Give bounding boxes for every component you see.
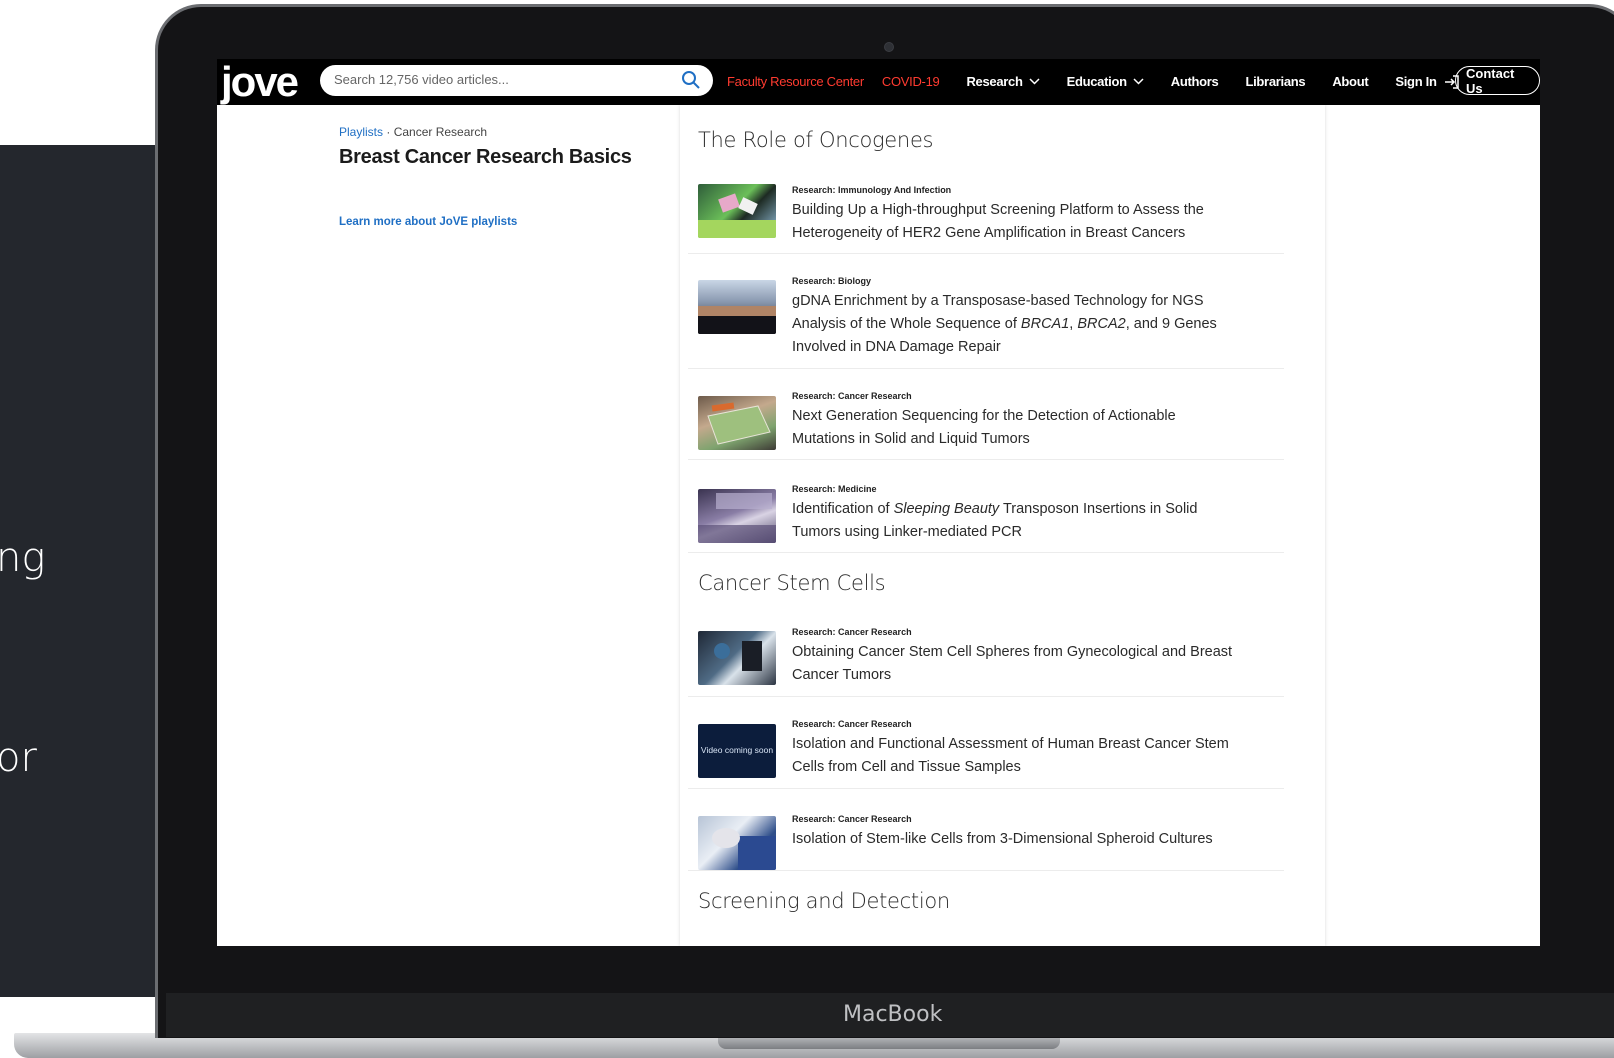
list-item[interactable]: Video coming soon Research: Cancer Resea… — [688, 715, 1284, 789]
gene-name: BRCA2 — [1077, 316, 1126, 332]
search-input[interactable] — [334, 72, 674, 87]
playlist-list: The Role of Oncogenes Research: Immunolo… — [680, 105, 1325, 946]
item-category: Research: Cancer Research — [792, 627, 912, 637]
thumbnail-image — [698, 193, 776, 238]
video-thumbnail[interactable] — [698, 816, 776, 870]
item-title-line: Heterogeneity of HER2 Gene Amplification… — [792, 225, 1186, 241]
item-title-line: Isolation and Functional Assessment of H… — [792, 736, 1229, 752]
nav-covid[interactable]: COVID-19 — [882, 74, 940, 89]
section-title: Screening and Detection — [698, 889, 950, 913]
video-thumbnail[interactable] — [698, 631, 776, 685]
list-item[interactable]: Research: Cancer Research Isolation of S… — [688, 807, 1284, 871]
item-title[interactable]: Isolation of Stem-like Cells from 3-Dime… — [792, 828, 1262, 851]
item-title-line: Next Generation Sequencing for the Detec… — [792, 408, 1176, 424]
nav-links: Faculty Resource Center COVID-19 Researc… — [727, 74, 1487, 89]
nav-sign-in-label: Sign In — [1395, 74, 1437, 89]
nav-research-label: Research — [966, 74, 1023, 89]
browser-screen: jove Faculty Resource Center COVID-19 Re… — [217, 59, 1540, 946]
item-title-line: Obtaining Cancer Stem Cell Spheres from … — [792, 644, 1233, 660]
thumbnail-image — [707, 402, 771, 445]
search-box[interactable] — [320, 65, 713, 96]
item-title[interactable]: Obtaining Cancer Stem Cell Spheres from … — [792, 641, 1262, 687]
item-title[interactable]: Building Up a High-throughput Screening … — [792, 199, 1262, 245]
list-item[interactable]: Research: Cancer Research Obtaining Canc… — [688, 623, 1284, 697]
thumbnail-image — [698, 306, 776, 334]
list-item[interactable]: Research: Immunology And Infection Build… — [688, 180, 1284, 254]
nav-education-label: Education — [1066, 74, 1127, 89]
laptop-notch — [718, 1037, 1060, 1049]
video-thumbnail[interactable] — [698, 489, 776, 543]
video-thumbnail[interactable]: Video coming soon — [698, 724, 776, 778]
contact-us-button[interactable]: Contact Us — [1455, 66, 1540, 96]
item-title-line: Building Up a High-throughput Screening … — [792, 202, 1204, 218]
item-title[interactable]: Identification of Sleeping Beauty Transp… — [792, 498, 1262, 544]
section-title: The Role of Oncogenes — [698, 128, 934, 152]
item-category: Research: Cancer Research — [792, 391, 912, 401]
thumbnail-image — [712, 828, 776, 870]
thumbnail-image — [698, 493, 776, 543]
list-item[interactable]: Research: Biology gDNA Enrichment by a T… — [688, 272, 1284, 369]
camera-icon — [884, 42, 894, 52]
item-title-line: Identification of Sleeping Beauty Transp… — [792, 498, 1262, 521]
breadcrumb-separator: · — [383, 125, 394, 139]
nav-authors[interactable]: Authors — [1171, 74, 1219, 89]
item-title-line: Mutations in Solid and Liquid Tumors — [792, 431, 1030, 447]
gene-name: BRCA1 — [1020, 316, 1070, 332]
item-title[interactable]: Isolation and Functional Assessment of H… — [792, 733, 1262, 779]
video-thumbnail[interactable] — [698, 280, 776, 334]
item-title-line: Analysis of the Whole Sequence of BRCA1,… — [792, 313, 1262, 336]
jove-logo[interactable]: jove — [221, 61, 299, 103]
background-text: or — [0, 735, 37, 781]
item-title-italic: Sleeping Beauty — [893, 501, 1000, 517]
nav-faculty-resource-center[interactable]: Faculty Resource Center — [727, 74, 864, 89]
breadcrumb-category[interactable]: Cancer Research — [394, 125, 487, 139]
list-item[interactable]: Research: Cancer Research Next Generatio… — [688, 387, 1284, 460]
section-title: Cancer Stem Cells — [698, 571, 886, 595]
video-thumbnail[interactable] — [698, 184, 776, 238]
item-title-line: Tumors using Linker-mediated PCR — [792, 524, 1022, 540]
item-title-line: Involved in DNA Damage Repair — [792, 339, 1001, 355]
item-title-part: Transposon Insertions in Solid — [999, 501, 1198, 517]
learn-more-link[interactable]: Learn more about JoVE playlists — [339, 216, 517, 228]
top-nav: jove Faculty Resource Center COVID-19 Re… — [217, 59, 1540, 105]
nav-sign-in[interactable]: Sign In — [1395, 74, 1459, 89]
list-item[interactable]: Research: Medicine Identification of Sle… — [688, 480, 1284, 553]
video-coming-soon-label: Video coming soon — [700, 745, 774, 755]
playlist-title: Breast Cancer Research Basics — [339, 146, 632, 168]
item-title-line: Isolation of Stem-like Cells from 3-Dime… — [792, 831, 1213, 847]
chevron-down-icon — [1133, 78, 1144, 85]
breadcrumb-playlists[interactable]: Playlists — [339, 125, 383, 139]
thumbnail-image — [714, 641, 762, 671]
item-category: Research: Medicine — [792, 484, 877, 494]
item-title-part: , and 9 Genes — [1125, 316, 1217, 332]
item-title-part: Analysis of the Whole Sequence of — [792, 316, 1021, 332]
nav-about[interactable]: About — [1332, 74, 1368, 89]
nav-librarians[interactable]: Librarians — [1245, 74, 1305, 89]
item-category: Research: Cancer Research — [792, 719, 912, 729]
item-title-line: gDNA Enrichment by a Transposase-based T… — [792, 293, 1204, 309]
device-brand: MacBook — [843, 1002, 943, 1027]
nav-education[interactable]: Education — [1067, 74, 1144, 89]
chevron-down-icon — [1029, 78, 1040, 85]
search-icon[interactable] — [681, 70, 701, 90]
breadcrumb: Playlists · Cancer Research — [339, 125, 487, 139]
item-title-line: Cancer Tumors — [792, 667, 892, 683]
item-category: Research: Biology — [792, 276, 872, 286]
item-title-part: Identification of — [792, 501, 894, 517]
video-thumbnail[interactable] — [698, 396, 776, 450]
item-title[interactable]: gDNA Enrichment by a Transposase-based T… — [792, 290, 1262, 359]
nav-research[interactable]: Research — [966, 74, 1040, 89]
item-title-line: Cells from Cell and Tissue Samples — [792, 759, 1021, 775]
item-category: Research: Immunology And Infection — [792, 185, 952, 195]
item-title[interactable]: Next Generation Sequencing for the Detec… — [792, 405, 1262, 451]
background-text: ng — [0, 535, 46, 581]
item-category: Research: Cancer Research — [792, 814, 912, 824]
